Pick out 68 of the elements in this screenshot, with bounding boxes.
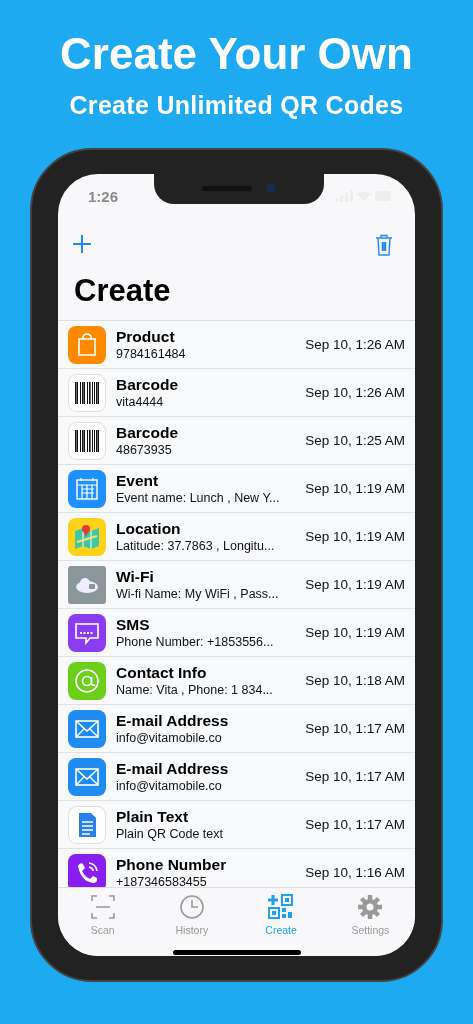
row-date: Sep 10, 1:19 AM: [305, 625, 405, 640]
document-icon: [68, 805, 106, 844]
row-title: Barcode: [116, 375, 180, 394]
list-row[interactable]: SMS Phone Number: +1853556... Sep 10, 1:19 AM: [58, 609, 415, 657]
row-title: Phone Number: [116, 855, 228, 874]
row-title: Barcode: [116, 423, 180, 442]
row-subtitle: info@vitamobile.co: [116, 777, 223, 794]
row-subtitle: Phone Number: +1853556...: [116, 633, 275, 650]
row-date: Sep 10, 1:19 AM: [305, 481, 405, 496]
screen-title: Create: [73, 272, 172, 310]
row-subtitle: 48673935: [116, 441, 173, 458]
calendar-icon: [68, 469, 106, 508]
bag-icon: [68, 325, 106, 364]
list-row[interactable]: Location Latitude: 37.7863 , Longitu... Sep 10, 1:19 AM: [58, 513, 415, 561]
barcode-icon: [68, 421, 106, 460]
sms-icon: [68, 613, 106, 652]
row-subtitle: Wi-fi Name: My WiFi , Pass...: [116, 585, 280, 602]
list-row[interactable]: Barcode 48673935 Sep 10, 1:25 AM: [58, 417, 415, 465]
scan-icon: [89, 894, 116, 920]
list-row[interactable]: E-mail Address info@vitamobile.co Sep 10, 1:17 AM: [58, 753, 415, 801]
row-date: Sep 10, 1:18 AM: [305, 673, 405, 688]
subheadline: Create Unlimited QR Codes: [69, 90, 404, 120]
add-icon[interactable]: [72, 234, 92, 254]
row-subtitle: info@vitamobile.co: [116, 729, 223, 746]
status-time: 1:26: [88, 187, 119, 205]
list-row[interactable]: Plain Text Plain QR Code text Sep 10, 1:17 AM: [58, 801, 415, 849]
row-subtitle: Plain QR Code text: [116, 825, 224, 842]
row-date: Sep 10, 1:25 AM: [305, 433, 405, 448]
row-title: Product: [116, 327, 176, 346]
row-date: Sep 10, 1:17 AM: [305, 817, 405, 832]
row-subtitle: vita4444: [116, 393, 165, 410]
at-sign-icon: [68, 661, 106, 700]
envelope-icon: [68, 709, 106, 748]
gear-icon: [357, 894, 384, 920]
row-date: Sep 10, 1:16 AM: [305, 865, 405, 880]
row-title: Contact Info: [116, 663, 208, 682]
row-title: Event: [116, 471, 160, 490]
envelope-icon: [68, 757, 106, 796]
row-date: Sep 10, 1:26 AM: [305, 385, 405, 400]
list-row[interactable]: Barcode vita4444 Sep 10, 1:26 AM: [58, 369, 415, 417]
row-title: Wi-Fi: [116, 567, 155, 586]
list-row[interactable]: Event Event name: Lunch , New Y... Sep 10, 1:19 AM: [58, 465, 415, 513]
barcode-icon: [68, 373, 106, 412]
list-row[interactable]: E-mail Address info@vitamobile.co Sep 10, 1:17 AM: [58, 705, 415, 753]
row-date: Sep 10, 1:17 AM: [305, 721, 405, 736]
row-subtitle: Latitude: 37.7863 , Longitu...: [116, 537, 276, 554]
row-title: SMS: [116, 615, 151, 634]
row-title: Plain Text: [116, 807, 190, 826]
list-row[interactable]: Wi-Fi Wi-fi Name: My WiFi , Pass... Sep 10, 1:19 AM: [58, 561, 415, 609]
headline: Create Your Own: [60, 28, 413, 80]
map-icon: [68, 517, 106, 556]
list-row[interactable]: Contact Info Name: Vita , Phone: 1 834... Sep 10, 1:18 AM: [58, 657, 415, 705]
row-title: E-mail Address: [116, 711, 230, 730]
list-row[interactable]: Product 9784161484 Sep 10, 1:26 AM: [58, 321, 415, 369]
qr-code-plus-icon: [268, 894, 295, 920]
row-date: Sep 10, 1:19 AM: [305, 577, 405, 592]
row-subtitle: +187346583455: [116, 873, 208, 887]
clock-icon: [178, 894, 205, 920]
row-date: Sep 10, 1:26 AM: [305, 337, 405, 352]
row-subtitle: Name: Vita , Phone: 1 834...: [116, 681, 274, 698]
wifi-cloud-icon: [68, 565, 106, 604]
row-title: E-mail Address: [116, 759, 230, 778]
row-date: Sep 10, 1:17 AM: [305, 769, 405, 784]
row-subtitle: Event name: Lunch , New Y...: [116, 489, 281, 506]
row-date: Sep 10, 1:19 AM: [305, 529, 405, 544]
trash-icon[interactable]: [375, 234, 393, 256]
row-subtitle: 9784161484: [116, 345, 187, 362]
row-title: Location: [116, 519, 182, 538]
